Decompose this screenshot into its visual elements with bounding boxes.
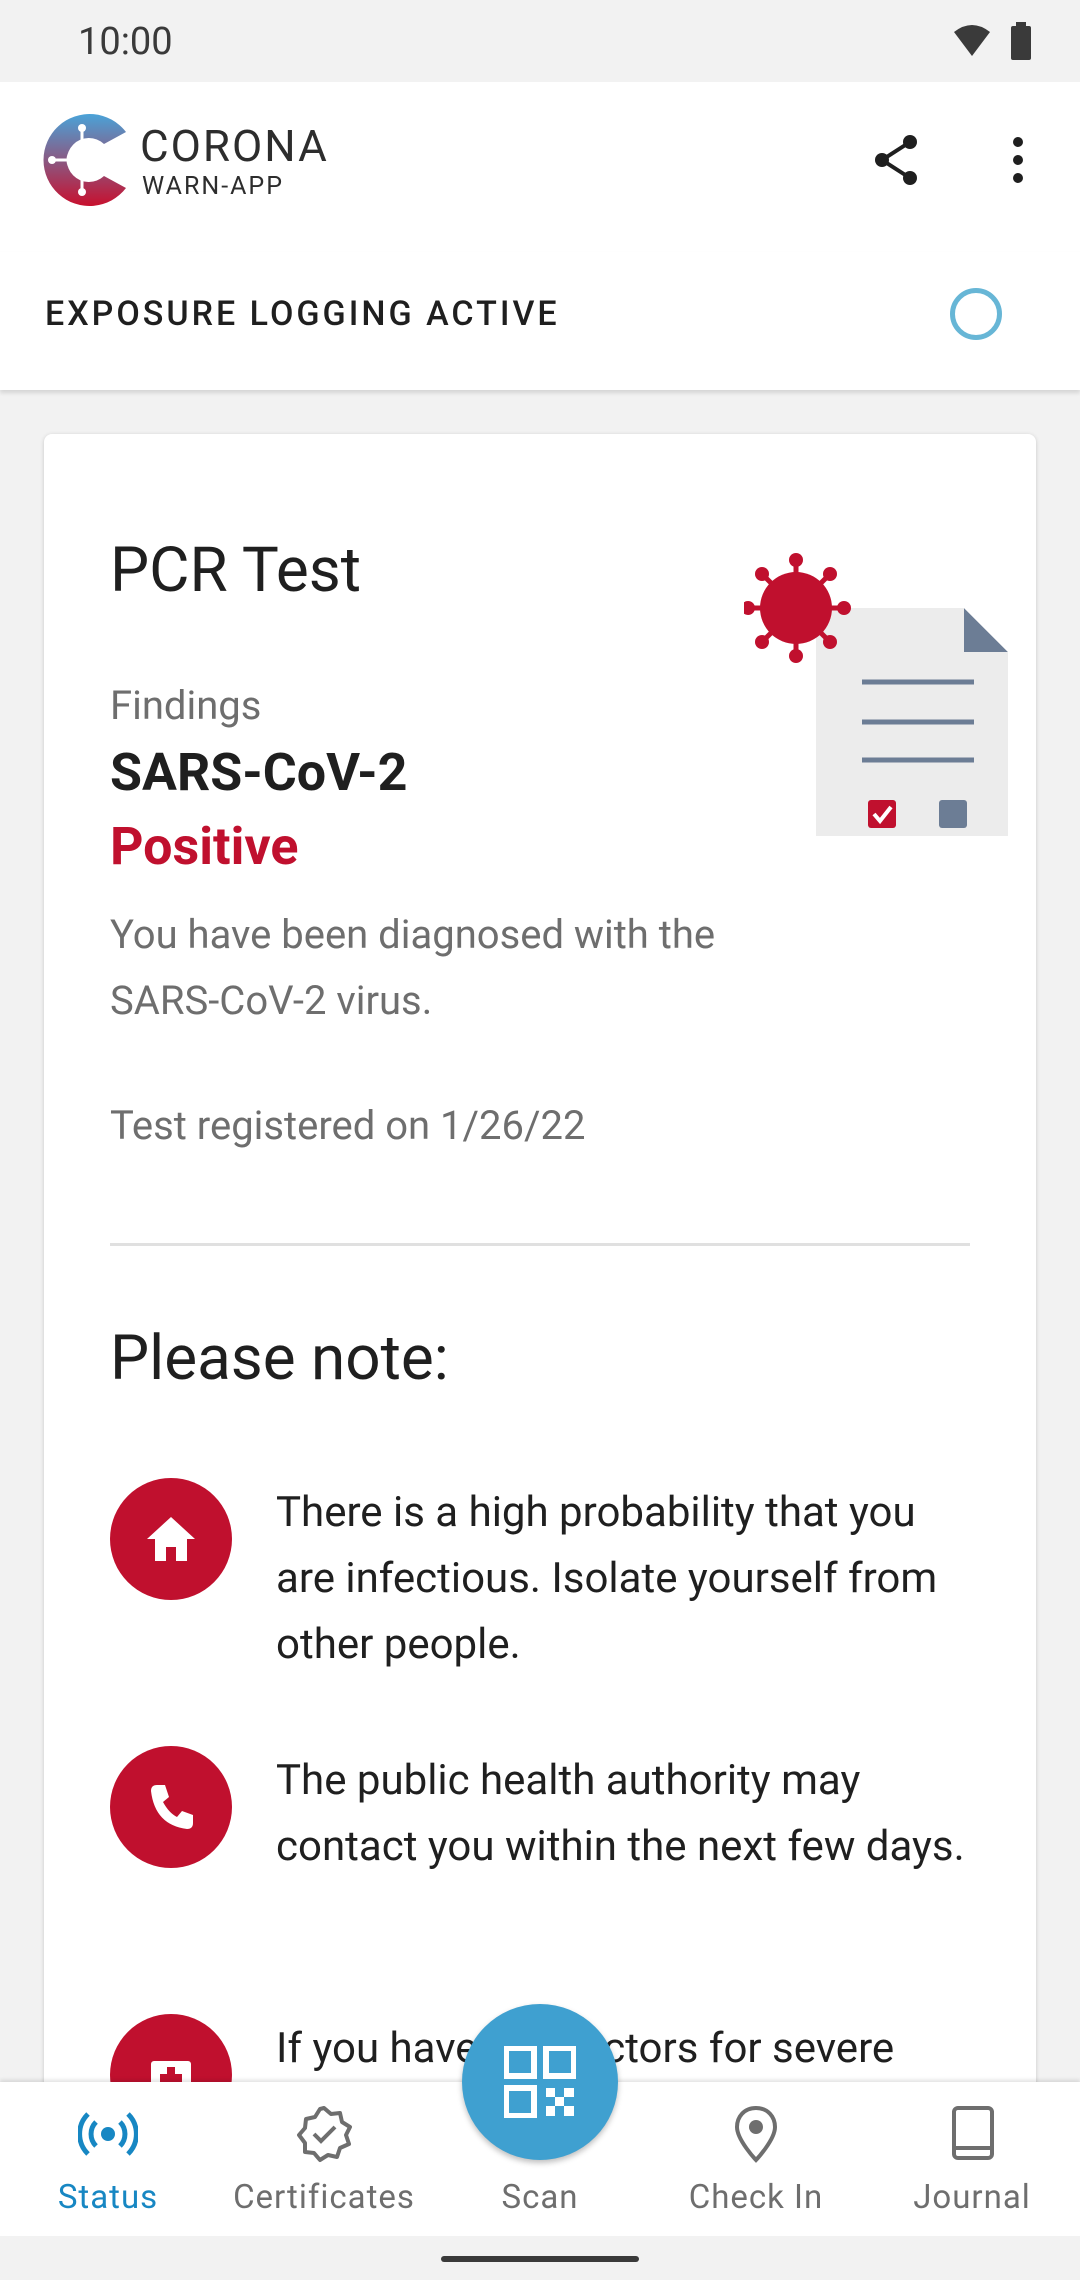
result-description: You have been diagnosed with the SARS-Co… bbox=[110, 911, 716, 1024]
note-title: Please note: bbox=[110, 1322, 449, 1395]
note-text: If you have risk factors for severe bbox=[276, 2024, 895, 2073]
nav-journal[interactable]: Journal bbox=[864, 2082, 1080, 2236]
home-icon bbox=[147, 1517, 195, 1561]
exposure-logging-bar[interactable]: EXPOSURE LOGGING ACTIVE bbox=[0, 252, 1080, 390]
wifi-icon bbox=[954, 25, 990, 56]
note-icon-circle bbox=[110, 1746, 232, 1868]
certificate-badge-icon bbox=[297, 2106, 352, 2162]
battery-icon bbox=[1011, 22, 1031, 60]
status-time: 10:00 bbox=[78, 20, 173, 64]
status-icons bbox=[952, 22, 1032, 60]
note-icon-circle bbox=[110, 1478, 232, 1600]
nav-status[interactable]: Status bbox=[0, 2082, 216, 2236]
gesture-navigation-area bbox=[0, 2236, 1080, 2280]
test-result-card: PCR Test Findings SARS-CoV-2 Positive Yo… bbox=[44, 434, 1036, 2136]
exposure-logging-label: EXPOSURE LOGGING ACTIVE bbox=[45, 294, 560, 334]
nav-label: Check In bbox=[688, 2178, 824, 2217]
logo-title: CORONA bbox=[140, 120, 329, 172]
share-icon[interactable] bbox=[868, 132, 924, 188]
logo-icon bbox=[43, 113, 127, 206]
broadcast-icon bbox=[78, 2112, 138, 2156]
app-logo: CORONA WARN-APP bbox=[42, 110, 342, 220]
note-text: The public health authority may contact … bbox=[276, 1756, 965, 1871]
nav-label: Scan bbox=[501, 2178, 579, 2217]
nav-label: Certificates bbox=[233, 2178, 415, 2217]
qr-code-icon bbox=[504, 2046, 576, 2118]
virus-name: SARS-CoV-2 bbox=[110, 742, 408, 803]
status-bar: 10:00 bbox=[0, 0, 1080, 82]
gesture-handle[interactable] bbox=[441, 2256, 639, 2262]
location-pin-icon bbox=[734, 2105, 778, 2163]
note-text: There is a high probability that you are… bbox=[276, 1488, 938, 1669]
nav-certificates[interactable]: Certificates bbox=[216, 2082, 432, 2236]
nav-label: Journal bbox=[913, 2178, 1031, 2217]
findings-label: Findings bbox=[110, 682, 262, 729]
logo-subtitle: WARN-APP bbox=[142, 172, 284, 201]
more-options-icon[interactable] bbox=[998, 132, 1038, 188]
test-result: Positive bbox=[110, 816, 299, 877]
card-title: PCR Test bbox=[110, 534, 361, 607]
app-bar: CORONA WARN-APP bbox=[0, 82, 1080, 252]
nav-label: Status bbox=[57, 2178, 159, 2217]
registration-date: Test registered on 1/26/22 bbox=[110, 1102, 586, 1149]
scan-fab-button[interactable] bbox=[462, 2004, 618, 2160]
exposure-status-ring-icon bbox=[950, 288, 1002, 340]
nav-check-in[interactable]: Check In bbox=[648, 2082, 864, 2236]
book-icon bbox=[952, 2106, 994, 2160]
phone-icon bbox=[151, 1785, 193, 1829]
test-document-illustration bbox=[744, 553, 1008, 836]
divider bbox=[110, 1243, 970, 1246]
